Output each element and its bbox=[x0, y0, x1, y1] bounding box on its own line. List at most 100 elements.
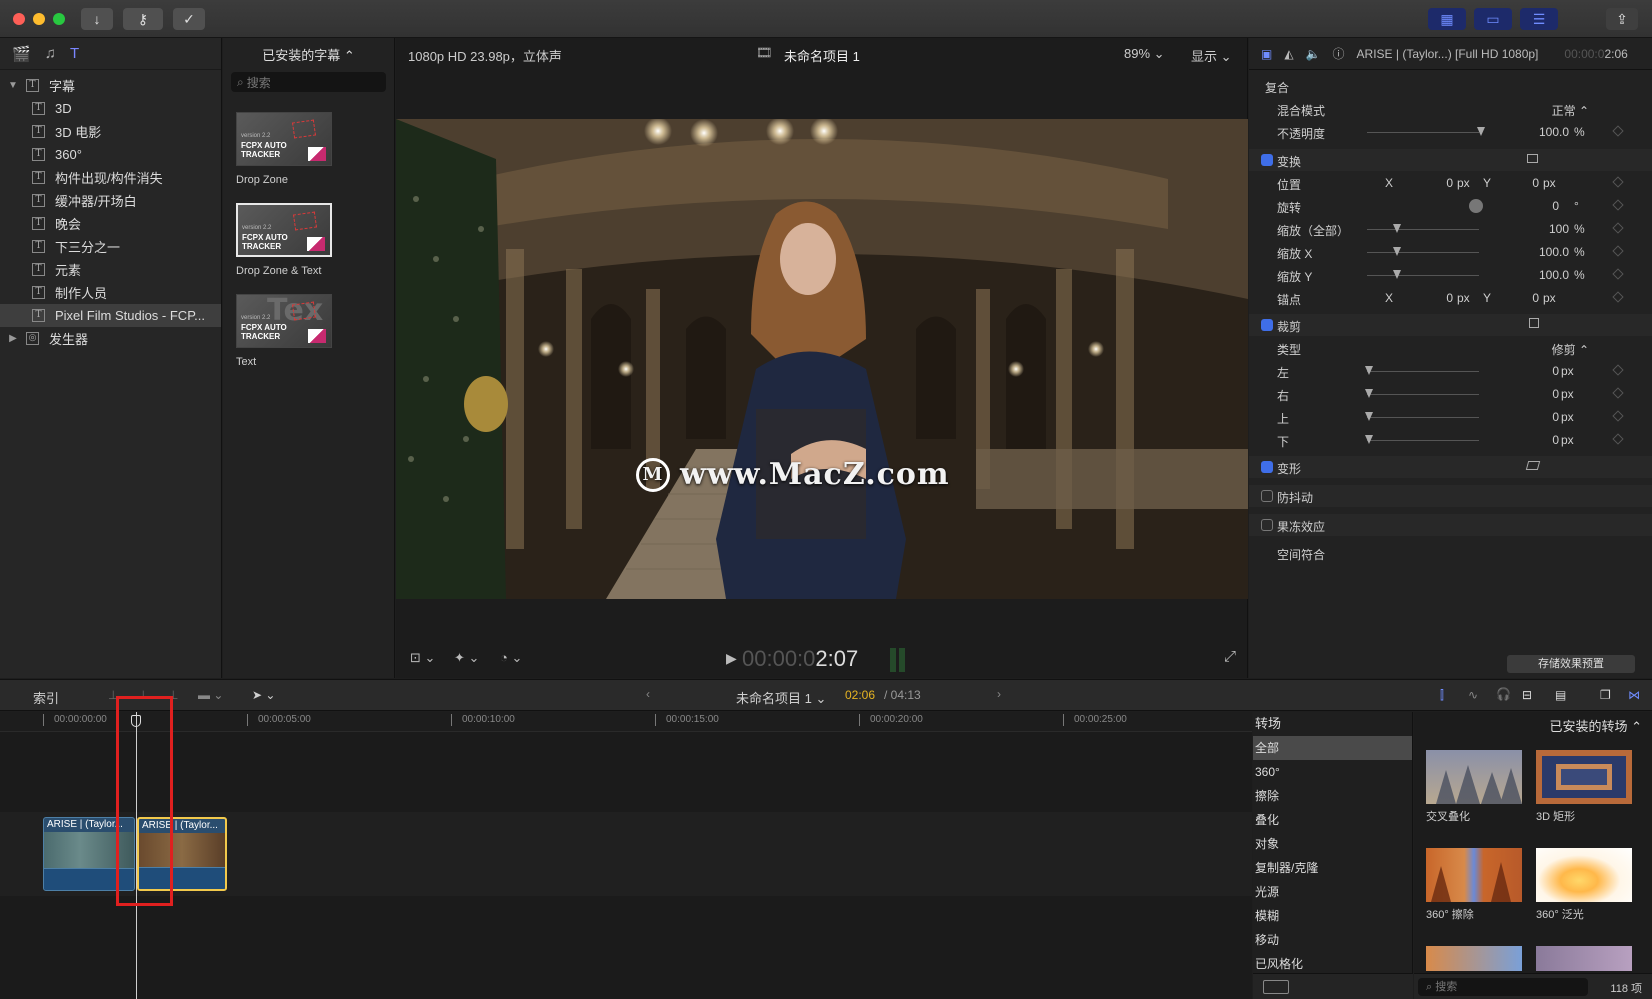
zoom-window-button[interactable] bbox=[53, 13, 65, 25]
timeline-project-menu[interactable]: 未命名项目 1 ⌄ bbox=[736, 688, 826, 707]
play-icon[interactable]: ▶ bbox=[726, 650, 737, 667]
overwrite-clip-menu[interactable]: ▬ ⌄ bbox=[198, 688, 223, 702]
transition-thumb-360-wipe[interactable] bbox=[1426, 848, 1522, 902]
display-menu[interactable]: 显示 ⌄ bbox=[1191, 46, 1232, 65]
crop-bottom-slider-track[interactable] bbox=[1367, 440, 1479, 441]
crop-top-row[interactable]: 上 0 px bbox=[1249, 406, 1652, 428]
transition-category[interactable]: 光源 bbox=[1253, 880, 1412, 904]
keyframe-icon[interactable] bbox=[1612, 125, 1624, 137]
snapping-icon[interactable]: ⊟ bbox=[1522, 688, 1532, 702]
library-item[interactable]: T 3D 电影 bbox=[0, 120, 221, 143]
fullscreen-icon[interactable]: ⤢ bbox=[1224, 648, 1236, 665]
library-item[interactable]: T 制作人员 bbox=[0, 281, 221, 304]
crop-left-slider-track[interactable] bbox=[1367, 371, 1479, 372]
library-item[interactable]: T 360° bbox=[0, 143, 221, 166]
transitions-browser-icon[interactable]: ⋈ bbox=[1628, 688, 1640, 702]
library-item[interactable]: T 元素 bbox=[0, 258, 221, 281]
transition-category[interactable]: 复制器/克隆 bbox=[1253, 856, 1412, 880]
transform-onscreen-icon[interactable] bbox=[1527, 154, 1538, 163]
crop-type-row[interactable]: 类型 修剪 ⌃ bbox=[1249, 337, 1652, 359]
distort-checkbox[interactable] bbox=[1261, 461, 1273, 473]
transition-category[interactable]: 全部 bbox=[1253, 736, 1412, 760]
library-item[interactable]: T 缓冲器/开场白 bbox=[0, 189, 221, 212]
rotation-row[interactable]: 旋转 0 ° bbox=[1249, 195, 1652, 217]
crop-bottom-row[interactable]: 下 0 px bbox=[1249, 429, 1652, 451]
distort-onscreen-icon[interactable] bbox=[1525, 461, 1541, 470]
info-inspector-icon[interactable]: ⓘ bbox=[1333, 45, 1345, 62]
crop-onscreen-icon[interactable] bbox=[1529, 318, 1539, 328]
keyframe-icon[interactable] bbox=[1612, 176, 1624, 188]
crop-right-row[interactable]: 右 0 px bbox=[1249, 383, 1652, 405]
library-item[interactable]: T 构件出现/构件消失 bbox=[0, 166, 221, 189]
blend-mode-row[interactable]: 混合模式 正常 ⌃ bbox=[1249, 98, 1652, 120]
transform-checkbox[interactable] bbox=[1261, 154, 1273, 166]
transition-category[interactable]: 叠化 bbox=[1253, 808, 1412, 832]
keyword-button[interactable]: ⚷ bbox=[123, 8, 163, 30]
installed-transitions-menu[interactable]: 已安装的转场 ⌃ bbox=[1549, 716, 1642, 735]
minimize-window-button[interactable] bbox=[33, 13, 45, 25]
stabilization-checkbox[interactable] bbox=[1261, 490, 1273, 502]
clip-appearance-icon[interactable]: ▤ bbox=[1555, 688, 1566, 702]
keyframe-icon[interactable] bbox=[1612, 199, 1624, 211]
disclosure-open-icon[interactable]: ▼ bbox=[6, 80, 20, 91]
section-transform[interactable]: 变换 bbox=[1249, 149, 1652, 171]
keyframe-icon[interactable] bbox=[1612, 222, 1624, 234]
media-library-icon[interactable]: 🎬 bbox=[12, 45, 31, 63]
title-thumbnail[interactable]: version 2.2 FCPX AUTO TRACKER bbox=[236, 112, 332, 166]
save-effects-preset-button[interactable]: 存储效果预置 bbox=[1507, 655, 1635, 673]
keyframe-icon[interactable] bbox=[1612, 364, 1624, 376]
select-tool-menu[interactable]: ➤ ⌄ bbox=[252, 688, 275, 702]
enhance-menu[interactable]: ✦ ⌄ bbox=[454, 650, 479, 666]
section-stabilization[interactable]: 防抖动 bbox=[1249, 485, 1652, 507]
transition-thumb-cross-dissolve[interactable] bbox=[1426, 750, 1522, 804]
transition-category[interactable]: 对象 bbox=[1253, 832, 1412, 856]
crop-tool-menu[interactable]: ⊡ ⌄ bbox=[410, 650, 435, 666]
skimming-icon[interactable]: ⫿ bbox=[1440, 688, 1444, 703]
effects-browser-icon[interactable]: ❐ bbox=[1600, 688, 1611, 702]
library-item[interactable]: T Pixel Film Studios - FCP... bbox=[0, 304, 221, 327]
section-rolling-shutter[interactable]: 果冻效应 bbox=[1249, 514, 1652, 536]
background-tasks-button[interactable]: ✓ bbox=[173, 8, 205, 30]
index-button[interactable]: 索引 bbox=[33, 688, 59, 707]
section-composite[interactable]: 复合 bbox=[1249, 75, 1652, 97]
crop-top-slider-track[interactable] bbox=[1367, 417, 1479, 418]
opacity-row[interactable]: 不透明度 100.0% bbox=[1249, 121, 1652, 143]
forward-arrow-icon[interactable]: › bbox=[997, 687, 1001, 701]
headphones-icon[interactable]: 🎧 bbox=[1496, 687, 1511, 701]
keyframe-icon[interactable] bbox=[1612, 268, 1624, 280]
library-item[interactable]: T 晚会 bbox=[0, 212, 221, 235]
timeline[interactable]: 00:00:00:00 00:00:05:00 00:00:10:00 00:00:1… bbox=[0, 696, 1252, 999]
timeline-ruler[interactable]: 00:00:00:00 00:00:05:00 00:00:10:00 00:00:1… bbox=[0, 712, 1252, 732]
section-distort[interactable]: 变形 bbox=[1249, 456, 1652, 478]
keyframe-icon[interactable] bbox=[1612, 410, 1624, 422]
position-row[interactable]: 位置 X 0 px Y 0 px bbox=[1249, 172, 1652, 194]
speed-menu[interactable]: ◔ ⌄ bbox=[500, 650, 522, 666]
keyframe-icon[interactable] bbox=[1612, 433, 1624, 445]
scale-y-row[interactable]: 缩放 Y 100.0% bbox=[1249, 264, 1652, 286]
title-thumbnail[interactable]: Tex version 2.2 FCPX AUTO TRACKER bbox=[236, 294, 332, 348]
section-spatial-conform[interactable]: 空间符合 bbox=[1249, 542, 1652, 564]
disclosure-closed-icon[interactable]: ▶ bbox=[6, 333, 20, 344]
library-item[interactable]: T 下三分之一 bbox=[0, 235, 221, 258]
audio-skimming-icon[interactable]: ∿ bbox=[1468, 688, 1478, 702]
transition-thumb-partial[interactable] bbox=[1536, 946, 1632, 971]
scale-y-slider-track[interactable] bbox=[1367, 275, 1479, 276]
back-arrow-icon[interactable]: ‹ bbox=[646, 687, 650, 701]
titles-generators-icon[interactable]: T bbox=[70, 45, 79, 62]
library-item[interactable]: ▼ T 字幕 bbox=[0, 74, 221, 97]
rolling-shutter-checkbox[interactable] bbox=[1261, 519, 1273, 531]
transition-category[interactable]: 擦除 bbox=[1253, 784, 1412, 808]
transition-category[interactable]: 移动 bbox=[1253, 928, 1412, 952]
titles-header[interactable]: 已安装的字幕 ⌃ bbox=[223, 38, 394, 70]
transition-category[interactable]: 360° bbox=[1253, 760, 1412, 784]
keyframe-icon[interactable] bbox=[1612, 387, 1624, 399]
crop-checkbox[interactable] bbox=[1261, 319, 1273, 331]
zoom-menu[interactable]: 89% ⌄ bbox=[1124, 46, 1165, 62]
import-button[interactable]: ↓ bbox=[81, 8, 113, 30]
transition-thumb-360-bloom[interactable] bbox=[1536, 848, 1632, 902]
rotation-dial[interactable] bbox=[1469, 199, 1483, 213]
keyframe-icon[interactable] bbox=[1612, 291, 1624, 303]
inspector-toggle-button[interactable]: ☰ bbox=[1520, 8, 1558, 30]
title-thumbnail[interactable]: version 2.2 FCPX AUTO TRACKER bbox=[236, 203, 332, 257]
color-inspector-icon[interactable]: ◭ bbox=[1284, 47, 1293, 61]
